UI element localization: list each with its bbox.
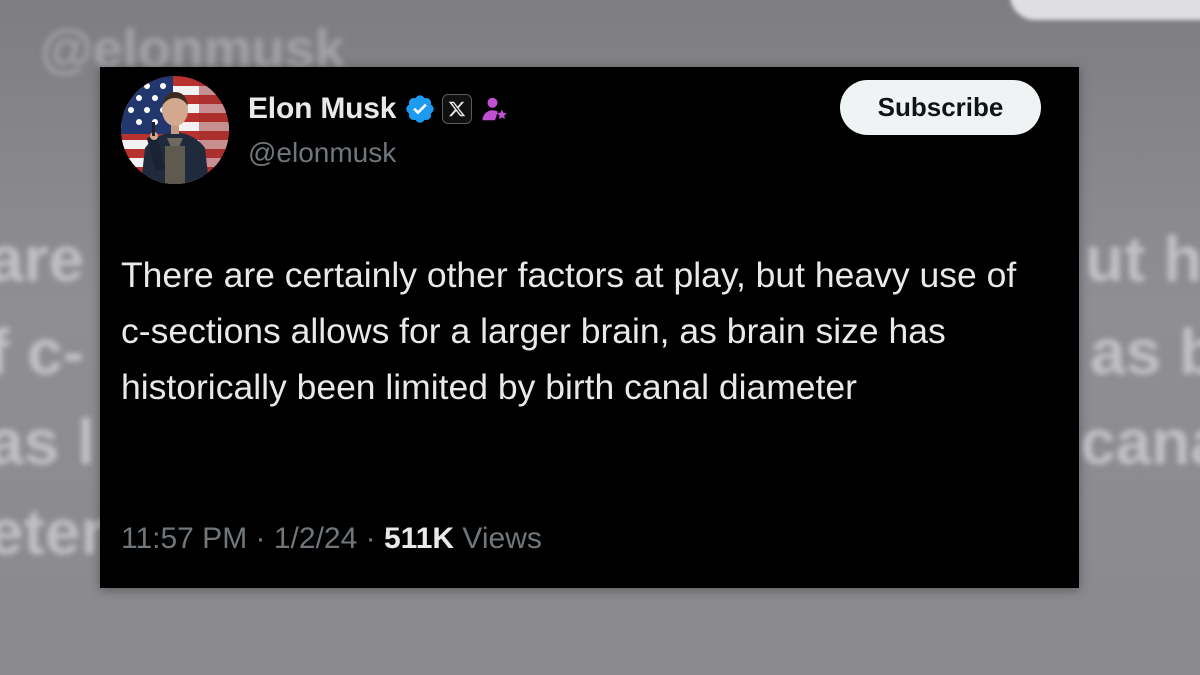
avatar[interactable] bbox=[121, 76, 229, 184]
tweet-card: Elon Musk @elonmusk Subscribe There are … bbox=[100, 67, 1079, 588]
author-name-row: Elon Musk bbox=[248, 87, 510, 131]
background-text-fragment: eter bbox=[0, 496, 106, 568]
meta-separator: · bbox=[255, 522, 266, 555]
background-text-fragment: as b bbox=[1090, 316, 1200, 388]
x-logo-icon[interactable] bbox=[442, 94, 473, 124]
meta-separator: · bbox=[365, 522, 376, 555]
views-label: Views bbox=[462, 522, 542, 555]
author-handle[interactable]: @elonmusk bbox=[248, 137, 396, 169]
background-text-fragment: f c- bbox=[0, 316, 84, 388]
verified-badge-icon[interactable] bbox=[404, 93, 436, 125]
background-text-fragment: as l bbox=[0, 406, 95, 478]
background-text-fragment: ut h bbox=[1085, 223, 1200, 295]
tweet-time[interactable]: 11:57 PM bbox=[121, 522, 247, 555]
background-pill bbox=[1010, 0, 1200, 20]
views-count[interactable]: 511K bbox=[384, 522, 454, 555]
background-text-fragment: are bbox=[0, 223, 85, 295]
subscribe-button[interactable]: Subscribe bbox=[840, 80, 1041, 135]
person-icon[interactable] bbox=[480, 94, 510, 124]
tweet-text: There are certainly other factors at pla… bbox=[121, 255, 1017, 407]
background-text-fragment: cana bbox=[1080, 406, 1200, 478]
author-name[interactable]: Elon Musk bbox=[248, 92, 396, 126]
tweet-date[interactable]: 1/2/24 bbox=[274, 522, 357, 555]
avatar-image bbox=[121, 76, 229, 184]
tweet-metadata: 11:57 PM · 1/2/24 · 511K Views bbox=[121, 522, 542, 556]
